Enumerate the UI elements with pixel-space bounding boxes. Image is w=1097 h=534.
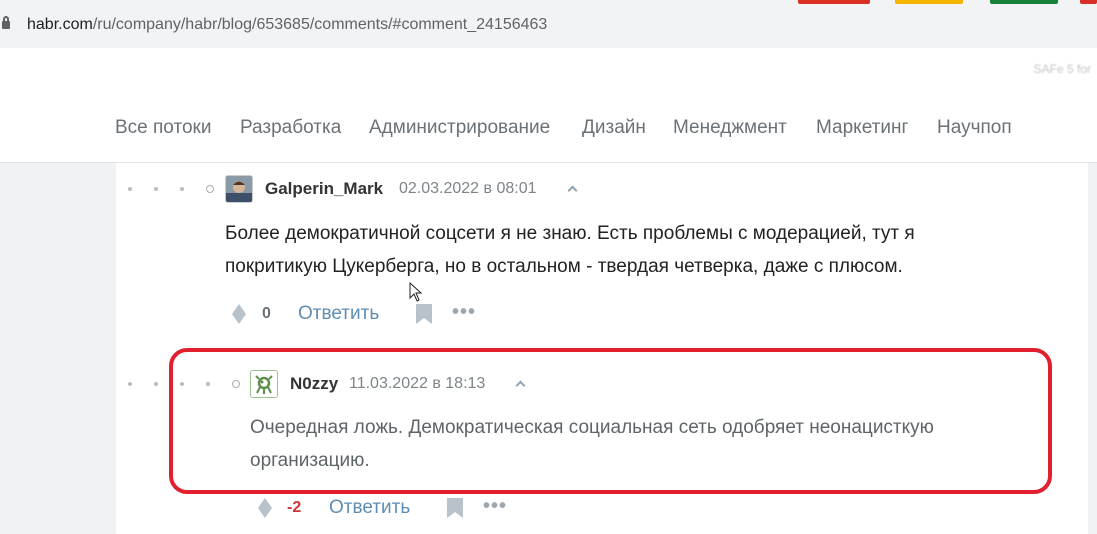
- nav-item-popsci[interactable]: Научпоп: [937, 117, 1012, 139]
- comment-score: 0: [262, 305, 271, 322]
- vote-icon[interactable]: [258, 498, 272, 518]
- bookmark-item[interactable]: SAFe 5 for: [1034, 62, 1091, 76]
- nav-item-design[interactable]: Дизайн: [582, 117, 646, 139]
- bookmark-icon[interactable]: [447, 498, 463, 523]
- reply-button[interactable]: Ответить: [298, 303, 379, 325]
- reply-button[interactable]: Ответить: [329, 497, 410, 519]
- more-options-icon[interactable]: •••: [452, 301, 476, 324]
- tab-indicator: [895, 0, 963, 4]
- url-host: habr.com: [27, 16, 93, 33]
- comment-date[interactable]: 02.03.2022 в 08:01: [399, 180, 537, 198]
- scrollbar[interactable]: [1088, 163, 1097, 534]
- nav-item-marketing[interactable]: Маркетинг: [816, 117, 908, 139]
- tab-indicator: [1080, 0, 1097, 4]
- comment-text-line: покритикую Цукерберга, но в остальном - …: [225, 256, 903, 277]
- comment-text: Более демократичной соцсети я не знаю. Е…: [225, 217, 915, 283]
- tab-indicator: [990, 0, 1058, 4]
- url-text[interactable]: habr.com/ru/company/habr/blog/653685/com…: [27, 16, 547, 34]
- more-options-icon[interactable]: •••: [483, 495, 507, 518]
- comment-text-line: Более демократичной соцсети я не знаю. Е…: [225, 223, 915, 244]
- habr-nav: Все потоки Разработка Администрирование …: [0, 92, 1097, 163]
- comment-author[interactable]: Galperin_Mark: [265, 179, 383, 199]
- avatar[interactable]: [225, 175, 253, 203]
- highlight-frame: [169, 348, 1052, 494]
- lock-icon[interactable]: [2, 16, 10, 31]
- url-path: /ru/company/habr/blog/653685/comments/#c…: [92, 16, 548, 33]
- nav-item-management[interactable]: Менеджмент: [673, 117, 787, 139]
- nav-item-all-flows[interactable]: Все потоки: [115, 117, 211, 139]
- nav-item-administration[interactable]: Администрирование: [369, 117, 550, 139]
- nav-item-development[interactable]: Разработка: [240, 117, 341, 139]
- vote-icon[interactable]: [232, 304, 246, 324]
- comment-score: -2: [287, 499, 302, 516]
- cursor-icon: [409, 281, 423, 307]
- tab-indicator: [798, 0, 870, 4]
- bookmarks-bar: SAFe 5 for: [0, 48, 1097, 93]
- thread-depth-indicator: [128, 185, 214, 193]
- browser-address-bar[interactable]: habr.com/ru/company/habr/blog/653685/com…: [0, 0, 1097, 48]
- chevron-up-icon[interactable]: [568, 184, 578, 194]
- bookmark-icon[interactable]: [416, 304, 432, 329]
